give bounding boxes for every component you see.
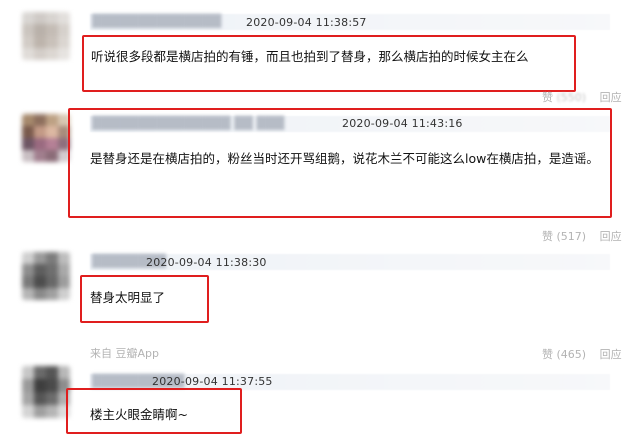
reply-button[interactable]: 回应 bbox=[600, 228, 622, 244]
avatar[interactable] bbox=[22, 252, 70, 300]
like-label: 赞 bbox=[542, 91, 553, 104]
comment-actions: 赞 (550) 回应 bbox=[542, 89, 622, 105]
comment-timestamp: 2020-09-04 11:37:55 bbox=[152, 375, 273, 388]
highlight-box bbox=[66, 388, 242, 434]
comment-timestamp: 2020-09-04 11:38:57 bbox=[246, 16, 367, 29]
like-count: (550) bbox=[556, 91, 587, 104]
like-label: 赞 bbox=[542, 230, 553, 243]
like-label: 赞 bbox=[542, 348, 553, 361]
like-button[interactable]: 赞 (550) bbox=[542, 89, 586, 105]
avatar[interactable] bbox=[22, 12, 70, 60]
comment-actions: 赞 (465) 回应 bbox=[542, 346, 622, 362]
comment-source: 来自 豆瓣App bbox=[90, 347, 159, 360]
highlight-box bbox=[68, 108, 612, 218]
avatar[interactable] bbox=[22, 114, 70, 162]
like-count: (517) bbox=[556, 230, 587, 243]
comment-timestamp: 2020-09-04 11:38:30 bbox=[146, 256, 267, 269]
like-count: (465) bbox=[556, 348, 587, 361]
reply-button[interactable]: 回应 bbox=[600, 346, 622, 362]
like-button[interactable]: 赞 (517) bbox=[542, 228, 586, 244]
reply-button[interactable]: 回应 bbox=[600, 89, 622, 105]
like-button[interactable]: 赞 (465) bbox=[542, 346, 586, 362]
highlight-box bbox=[80, 275, 209, 323]
highlight-box bbox=[82, 35, 576, 92]
avatar[interactable] bbox=[22, 366, 70, 418]
username[interactable]: ██████████████ bbox=[92, 14, 221, 28]
comment-actions: 赞 (517) 回应 bbox=[542, 228, 622, 244]
